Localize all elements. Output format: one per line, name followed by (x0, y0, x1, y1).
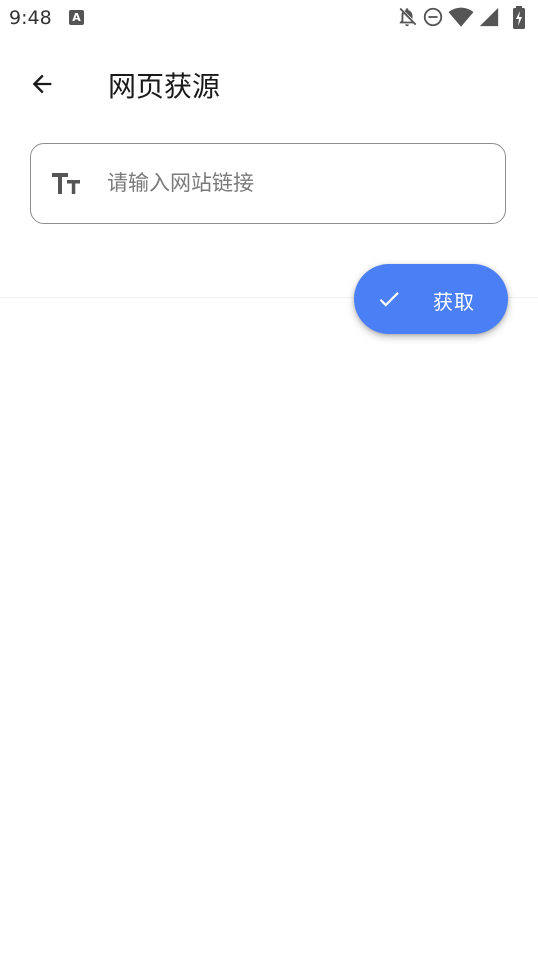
url-field[interactable] (30, 143, 506, 224)
app-a-icon: A (69, 10, 84, 25)
bell-off-icon (399, 7, 417, 27)
fetch-button-label: 获取 (433, 290, 475, 314)
wifi-icon (448, 7, 474, 27)
arrow-left-icon (32, 74, 52, 94)
page-title: 网页获源 (108, 70, 221, 103)
cellular-signal-icon (479, 7, 499, 27)
do-not-disturb-icon (423, 7, 443, 27)
text-format-icon (52, 173, 80, 194)
top-app-bar: 网页获源 (0, 44, 538, 124)
back-button[interactable] (18, 62, 66, 106)
status-bar: 9:48 A (0, 0, 538, 36)
fetch-button[interactable]: 获取 (354, 264, 508, 334)
status-time: 9:48 (9, 7, 52, 29)
screen: 9:48 A 网页获源 请输入网站链接 获取 (0, 0, 538, 958)
battery-charging-icon (513, 6, 525, 29)
url-input[interactable] (107, 144, 487, 222)
check-icon (379, 292, 399, 307)
